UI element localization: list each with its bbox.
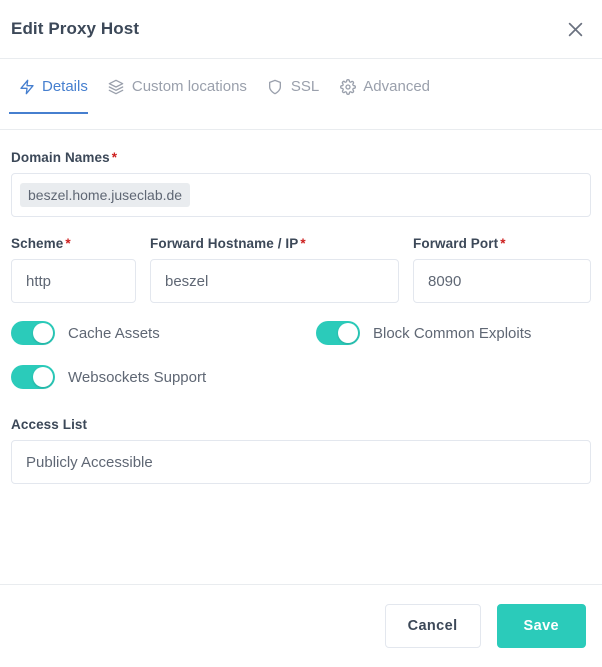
scheme-value: http	[26, 272, 52, 290]
block-common-exploits-switch[interactable]	[316, 321, 360, 345]
required-marker: *	[65, 236, 71, 251]
tab-ssl[interactable]: SSL	[258, 78, 330, 114]
tab-custom-locations-label: Custom locations	[131, 78, 247, 95]
gear-icon	[339, 78, 356, 95]
tab-ssl-label: SSL	[290, 78, 320, 95]
access-list-value: Publicly Accessible	[26, 453, 153, 471]
required-marker: *	[111, 150, 118, 165]
required-marker: *	[300, 236, 306, 251]
scheme-label: Scheme *	[11, 236, 136, 251]
block-common-exploits-label: Block Common Exploits	[373, 324, 532, 342]
domain-names-label-text: Domain Names	[11, 150, 110, 165]
forward-hostname-label-text: Forward Hostname / IP	[150, 236, 299, 251]
required-marker: *	[500, 236, 506, 251]
access-list-label: Access List	[11, 417, 88, 432]
scheme-label-text: Scheme	[11, 236, 64, 251]
websockets-support-label: Websockets Support	[68, 368, 207, 386]
tab-details[interactable]: Details	[9, 78, 99, 114]
cache-assets-switch[interactable]	[11, 321, 55, 345]
field-group-forward-port: Forward Port * 8090	[413, 236, 591, 303]
edit-proxy-host-dialog: Edit Proxy Host Details Custom locations…	[0, 0, 602, 667]
cancel-button[interactable]: Cancel	[384, 604, 481, 648]
toggle-websockets-support[interactable]: Websockets Support	[11, 365, 316, 389]
websockets-support-switch[interactable]	[11, 365, 55, 389]
cache-assets-label: Cache Assets	[68, 324, 160, 342]
domain-names-input[interactable]: beszel.home.juseclab.de	[11, 173, 591, 217]
page-title: Edit Proxy Host	[11, 19, 140, 38]
forward-port-label-text: Forward Port	[413, 236, 499, 251]
save-button[interactable]: Save	[496, 604, 586, 648]
tab-advanced-label: Advanced	[363, 78, 430, 95]
access-list-select[interactable]: Publicly Accessible	[11, 440, 591, 484]
switch-knob	[33, 323, 53, 343]
shield-icon	[267, 78, 284, 95]
toggle-row-2: Websockets Support	[11, 365, 591, 389]
forward-port-label: Forward Port *	[413, 236, 591, 251]
forward-settings-row: Scheme * http Forward Hostname / IP * besz…	[11, 236, 591, 303]
dialog-tabs: Details Custom locations SSL Advanced	[0, 59, 602, 130]
forward-port-input[interactable]: 8090	[413, 259, 591, 303]
forward-hostname-input[interactable]: beszel	[150, 259, 399, 303]
forward-hostname-value: beszel	[165, 272, 209, 290]
lightning-bolt-icon	[18, 78, 35, 95]
switch-knob	[33, 367, 53, 387]
field-group-domain-names: Domain Names * beszel.home.juseclab.de	[11, 150, 591, 217]
domain-names-label: Domain Names *	[11, 150, 591, 165]
toggle-cache-assets[interactable]: Cache Assets	[11, 321, 316, 345]
dialog-footer: Cancel Save	[0, 584, 602, 667]
field-group-scheme: Scheme * http	[11, 236, 136, 303]
dialog-header: Edit Proxy Host	[0, 0, 602, 59]
tab-advanced[interactable]: Advanced	[330, 78, 441, 114]
layers-icon	[108, 78, 125, 95]
forward-hostname-label: Forward Hostname / IP *	[150, 236, 399, 251]
close-icon[interactable]	[562, 16, 588, 42]
tab-custom-locations[interactable]: Custom locations	[99, 78, 258, 114]
dialog-body: Domain Names * beszel.home.juseclab.de Sc…	[0, 130, 602, 584]
field-group-forward-hostname: Forward Hostname / IP * beszel	[150, 236, 399, 303]
field-group-access-list: Access List Publicly Accessible	[11, 417, 591, 484]
switch-knob	[338, 323, 358, 343]
scheme-select[interactable]: http	[11, 259, 136, 303]
toggle-row-1: Cache Assets Block Common Exploits	[11, 321, 591, 345]
tab-details-label: Details	[42, 78, 88, 95]
toggle-block-common-exploits[interactable]: Block Common Exploits	[316, 321, 531, 345]
forward-port-value: 8090	[428, 272, 462, 290]
domain-name-tag[interactable]: beszel.home.juseclab.de	[20, 182, 191, 208]
